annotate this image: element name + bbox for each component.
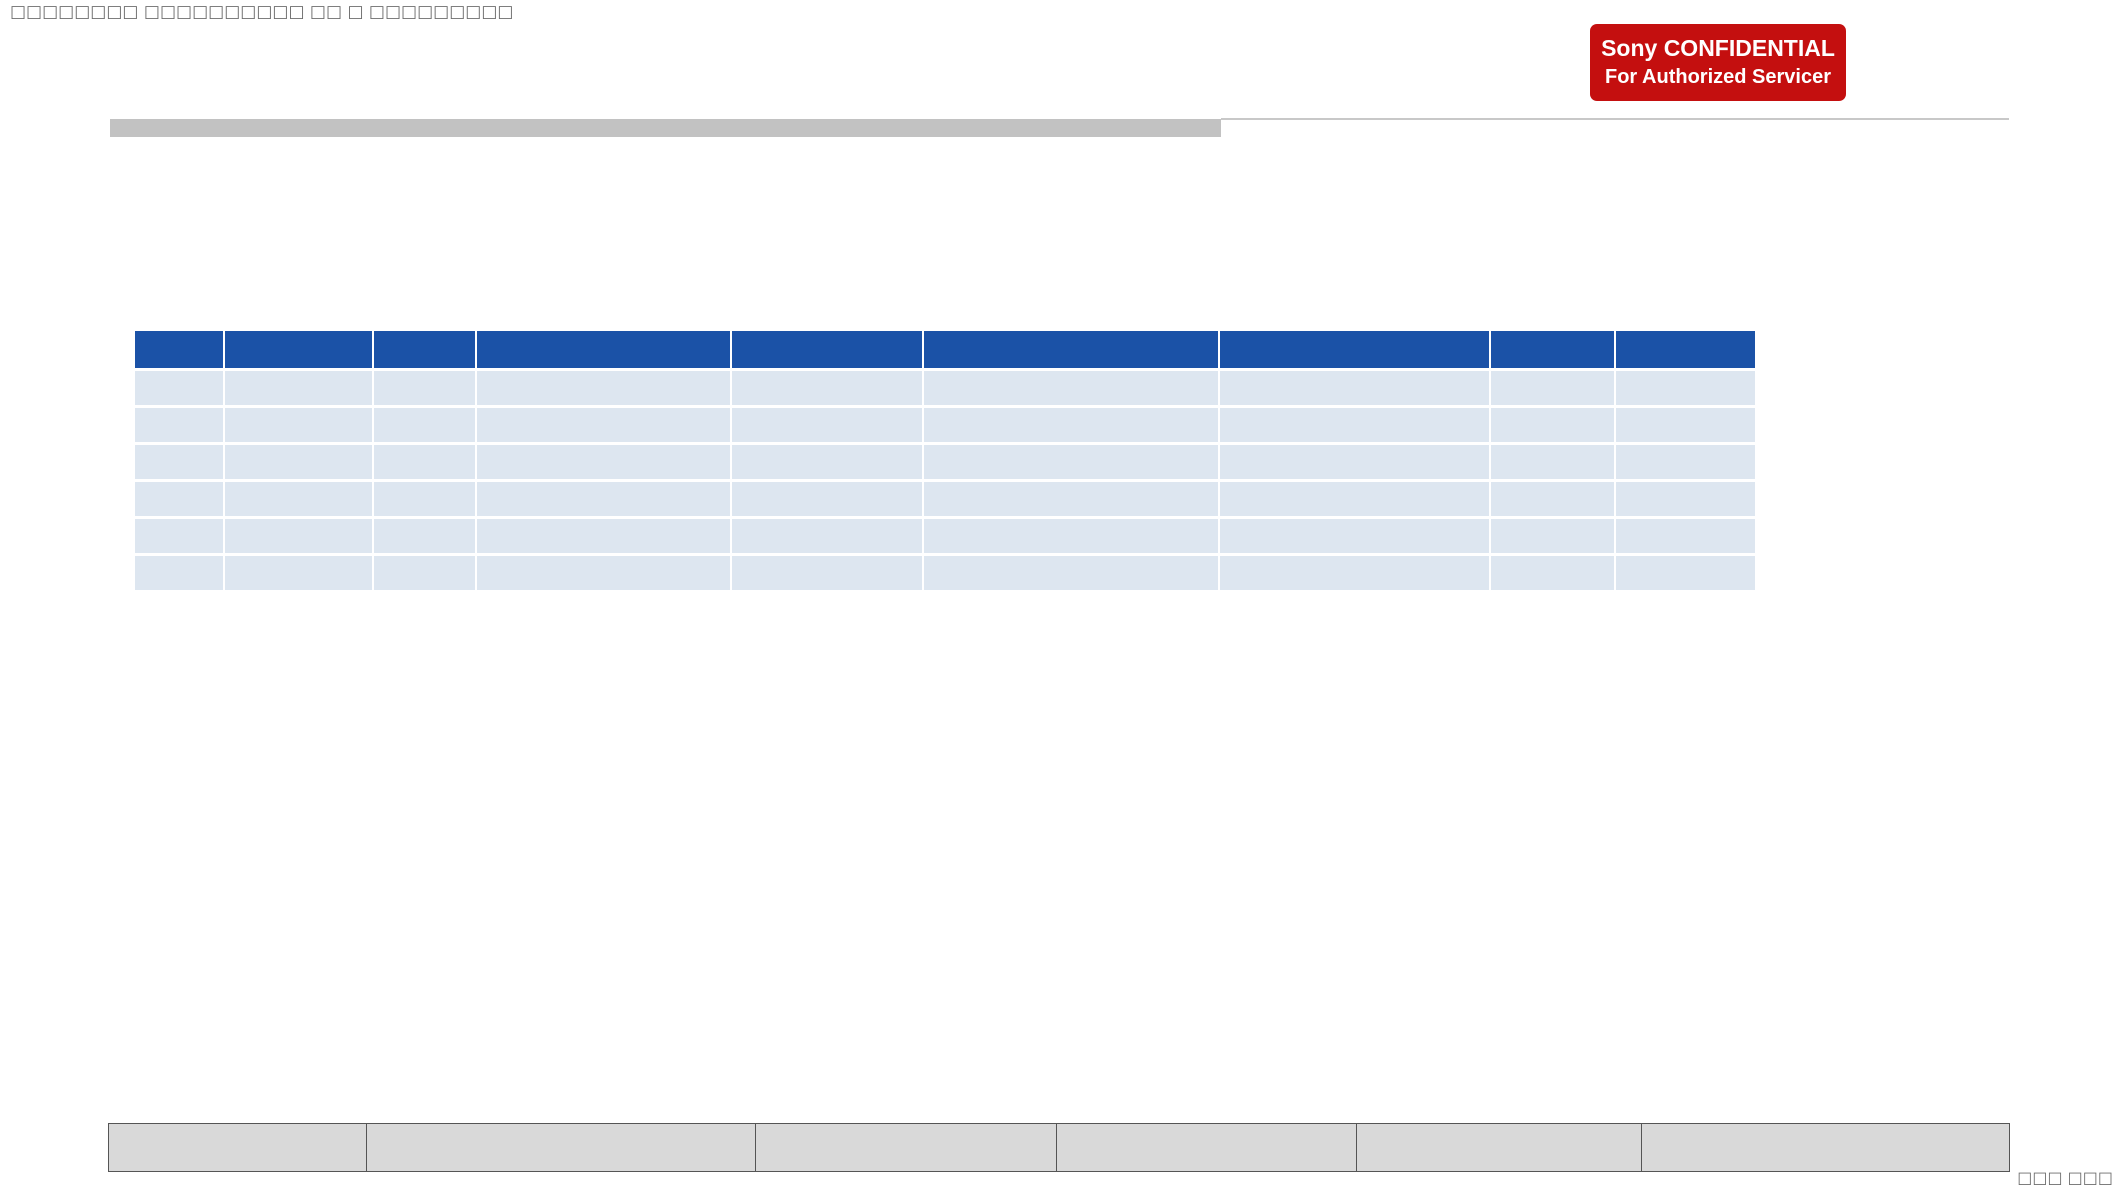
table-cell: [731, 405, 924, 444]
table-cell: [731, 368, 924, 407]
table-cell: [1219, 479, 1491, 518]
table-cell: [224, 516, 374, 555]
table-cell: [224, 479, 374, 518]
page-number: □□□ □□□: [2017, 1168, 2113, 1187]
table-header-cell: [1615, 331, 1755, 370]
table-cell: [1219, 553, 1491, 590]
table-cell: [1490, 405, 1616, 444]
table-cell: [1219, 442, 1491, 481]
table-header-cell: [135, 331, 225, 370]
table-cell: [476, 368, 732, 407]
badge-title: Sony CONFIDENTIAL: [1601, 35, 1835, 61]
footer-table: [108, 1123, 2010, 1172]
table-cell: [135, 479, 225, 518]
table-cell: [224, 405, 374, 444]
table-cell: [373, 553, 477, 590]
table-cell: [476, 479, 732, 518]
table-cell: [923, 368, 1220, 407]
table-cell: [923, 516, 1220, 555]
footer-cell: [1356, 1123, 1642, 1172]
table-cell: [1615, 442, 1755, 481]
table-row: [135, 479, 1755, 518]
footer-cell: [1641, 1123, 2010, 1172]
table-cell: [731, 553, 924, 590]
table-cell: [923, 479, 1220, 518]
table-cell: [135, 368, 225, 407]
table-cell: [373, 479, 477, 518]
table-cell: [1219, 368, 1491, 407]
table-cell: [731, 442, 924, 481]
table-cell: [224, 553, 374, 590]
table-cell: [1490, 516, 1616, 555]
table-header-cell: [476, 331, 732, 370]
table-row: [135, 553, 1755, 590]
table-header-cell: [373, 331, 477, 370]
table-cell: [923, 553, 1220, 590]
table-header-cell: [923, 331, 1220, 370]
table-cell: [1615, 553, 1755, 590]
table-cell: [135, 516, 225, 555]
table-cell: [1615, 405, 1755, 444]
table-cell: [1219, 405, 1491, 444]
badge-subtitle: For Authorized Servicer: [1605, 66, 1831, 88]
table-cell: [1219, 516, 1491, 555]
table-cell: [731, 516, 924, 555]
table-cell: [476, 516, 732, 555]
title-divider: [1221, 118, 2009, 120]
table-cell: [1615, 479, 1755, 518]
table-cell: [135, 442, 225, 481]
footer-cell: [108, 1123, 367, 1172]
table-cell: [373, 516, 477, 555]
table-cell: [476, 442, 732, 481]
title-bar: [110, 119, 1221, 137]
table-cell: [373, 405, 477, 444]
table-header-cell: [731, 331, 924, 370]
table-cell: [135, 553, 225, 590]
confidential-badge: Sony CONFIDENTIAL For Authorized Service…: [1590, 24, 1846, 101]
table-row: [135, 516, 1755, 555]
table-cell: [923, 405, 1220, 444]
table-cell: [476, 553, 732, 590]
table-cell: [1490, 442, 1616, 481]
spec-table: [135, 331, 1755, 590]
footer-cell: [1056, 1123, 1357, 1172]
table-row: [135, 368, 1755, 407]
table-cell: [1615, 516, 1755, 555]
table-header-cell: [224, 331, 374, 370]
table-cell: [224, 368, 374, 407]
table-cell: [1490, 368, 1616, 407]
table-cell: [476, 405, 732, 444]
table-row: [135, 405, 1755, 444]
table-cell: [1615, 368, 1755, 407]
table-cell: [1490, 479, 1616, 518]
footer-row: [108, 1123, 2010, 1172]
table-cell: [224, 442, 374, 481]
table-cell: [923, 442, 1220, 481]
table-header-cell: [1490, 331, 1616, 370]
table-header-cell: [1219, 331, 1491, 370]
footer-cell: [366, 1123, 756, 1172]
table-row: [135, 442, 1755, 481]
footer-cell: [755, 1123, 1057, 1172]
table-cell: [373, 368, 477, 407]
table-cell: [373, 442, 477, 481]
table-cell: [1490, 553, 1616, 590]
table-header-row: [135, 331, 1755, 370]
table-cell: [135, 405, 225, 444]
table-cell: [731, 479, 924, 518]
garbled-header-text: □□□□□□□□ □□□□□□□□□□ □□ □ □□□□□□□□□: [10, 2, 514, 22]
